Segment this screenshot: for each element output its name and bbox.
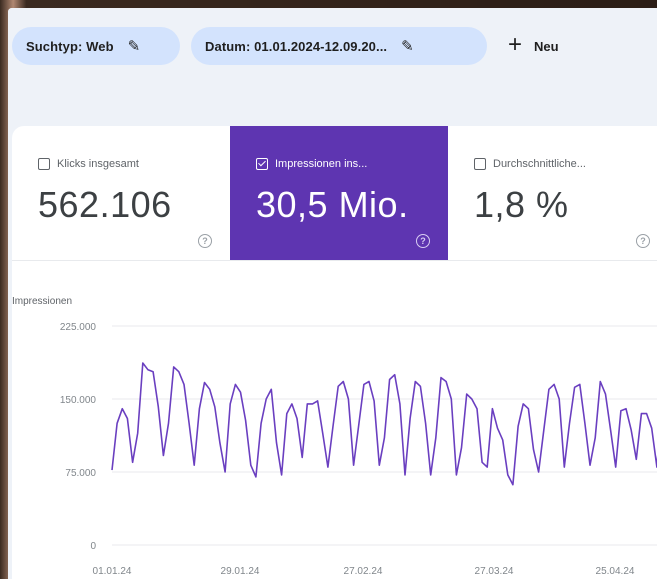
y-tick-label: 225.000: [60, 322, 97, 333]
metric-label: Impressionen ins...: [275, 158, 368, 170]
new-filter-label: Neu: [534, 38, 559, 54]
x-tick-label: 27.03.24: [475, 566, 514, 577]
impressions-series-line: [111, 362, 657, 486]
pencil-icon: ✎: [127, 38, 141, 55]
help-circle-icon[interactable]: ?: [416, 234, 430, 248]
new-filter-button[interactable]: + Neu: [508, 27, 559, 65]
date-range-chip[interactable]: Datum: 01.01.2024-12.09.20... ✎: [191, 27, 487, 65]
metric-value: 562.106: [38, 184, 172, 225]
checkbox-icon[interactable]: [38, 158, 50, 170]
x-tick-label: 29.01.24: [221, 566, 260, 577]
search-console-window: Suchtyp: Web ✎ Datum: 01.01.2024-12.09.2…: [8, 8, 657, 579]
x-tick-label: 01.01.24: [93, 566, 132, 577]
performance-card: Klicks insgesamt 562.106 ? Impressionen …: [12, 126, 657, 579]
metric-label: Durchschnittliche...: [493, 158, 586, 170]
y-axis-title: Impressionen: [12, 296, 72, 307]
x-tick-label: 27.02.24: [344, 566, 383, 577]
search-type-chip[interactable]: Suchtyp: Web ✎: [12, 27, 180, 65]
checkbox-icon[interactable]: [474, 158, 486, 170]
y-tick-label: 75.000: [65, 468, 96, 479]
impressions-chart: Impressionen 0 75.000 150.000 225.000 01.01.2…: [12, 296, 657, 577]
metric-total-clicks[interactable]: Klicks insgesamt 562.106 ?: [12, 126, 230, 260]
metric-value: 1,8 %: [474, 184, 569, 225]
y-tick-label: 150.000: [60, 395, 97, 406]
metric-total-impressions[interactable]: Impressionen ins... 30,5 Mio. ?: [230, 126, 448, 260]
metric-value: 30,5 Mio.: [256, 184, 409, 225]
filter-bar: Suchtyp: Web ✎ Datum: 01.01.2024-12.09.2…: [8, 8, 657, 118]
metric-label: Klicks insgesamt: [57, 158, 139, 170]
pencil-icon: ✎: [401, 38, 414, 55]
help-circle-icon[interactable]: ?: [636, 234, 650, 248]
date-range-label: Datum: 01.01.2024-12.09.20...: [205, 38, 388, 54]
divider: [12, 260, 657, 261]
metric-average-ctr[interactable]: Durchschnittliche... 1,8 % ?: [448, 126, 657, 260]
search-type-label: Suchtyp: Web: [26, 38, 114, 54]
y-tick-label: 0: [90, 541, 96, 552]
help-circle-icon[interactable]: ?: [198, 234, 212, 248]
checkbox-checked-icon[interactable]: [256, 158, 268, 170]
x-tick-label: 25.04.24: [596, 566, 635, 577]
plus-icon: +: [508, 31, 523, 58]
